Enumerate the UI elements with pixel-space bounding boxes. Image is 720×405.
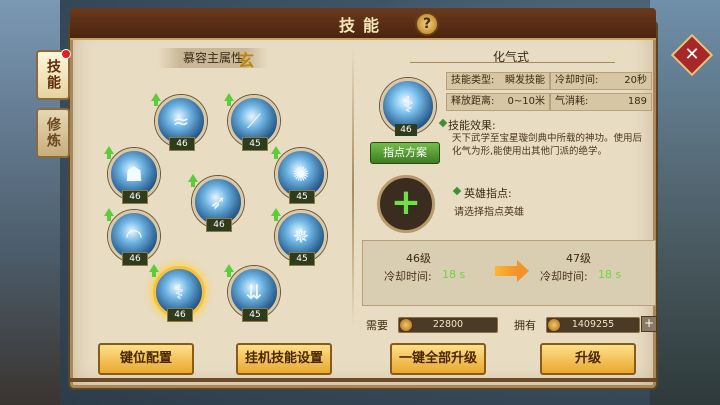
skill-level-badge: 46 <box>206 218 232 232</box>
upgrade-arrow-icon <box>271 146 281 159</box>
hero-slot[interactable]: + <box>377 175 435 233</box>
upgrade-arrow-icon <box>224 264 234 277</box>
info-key: 释放距离: <box>451 96 495 107</box>
next-level: 47级 <box>566 252 591 265</box>
info-value: 0~10米 <box>507 96 545 107</box>
upgrade-arrow-icon <box>149 264 159 277</box>
upgrade-arrow-icon <box>224 93 234 106</box>
next-cooldown-label: 冷却时间: <box>540 270 588 283</box>
coin-icon <box>547 318 561 332</box>
info-key: 气消耗: <box>555 96 589 107</box>
skill-level-badge: 46 <box>167 308 193 322</box>
current-cooldown-label: 冷却时间: <box>384 270 432 283</box>
skill-level-badge: 46 <box>122 252 148 266</box>
info-range: 释放距离: 0~10米 <box>446 93 550 111</box>
upgrade-all-button[interactable]: 一键全部升级 <box>390 343 486 375</box>
close-icon: ✕ <box>684 44 700 65</box>
upgrade-arrow-icon <box>188 174 198 187</box>
skill-level-badge: 46 <box>122 190 148 204</box>
upgrade-arrow-icon <box>271 208 281 221</box>
info-value: 瞬发技能 <box>505 75 545 86</box>
next-cooldown-value: 18 s <box>598 268 622 281</box>
tab-label: 修炼 <box>45 117 61 149</box>
guidance-plan-button[interactable]: 指点方案 <box>370 142 440 164</box>
current-level: 46级 <box>406 252 431 265</box>
help-icon[interactable]: ? <box>415 12 439 36</box>
divider <box>352 48 354 328</box>
effect-description: 天下武学至宝星璇剑典中所载的神功。使用后化气为形,能使用出其他门派的绝学。 <box>452 133 643 157</box>
need-amount: 22800 <box>398 317 498 333</box>
hero-guidance-hint: 请选择指点英雄 <box>454 207 524 218</box>
key-config-button[interactable]: 键位配置 <box>98 343 194 375</box>
info-qi-cost: 气消耗: 189 <box>550 93 652 111</box>
have-label: 拥有 <box>514 319 536 332</box>
info-value: 20秒 <box>624 75 647 86</box>
main-attribute-value: 玄 <box>238 51 255 70</box>
skill-level-badge: 45 <box>289 252 315 266</box>
info-key: 冷却时间: <box>555 75 599 86</box>
skill-level-badge: 45 <box>242 308 268 322</box>
hero-guidance-title: 英雄指点: <box>464 187 512 200</box>
skill-level-badge: 45 <box>289 190 315 204</box>
tab-cultivate[interactable]: 修炼 <box>36 108 70 158</box>
info-value: 189 <box>627 96 647 107</box>
tab-skills[interactable]: 技能 <box>36 49 71 100</box>
bottom-border <box>70 378 656 382</box>
notification-dot <box>61 49 71 59</box>
effect-title: 技能效果: <box>448 119 496 132</box>
plus-icon: + <box>390 182 422 223</box>
skill-level-badge: 45 <box>242 137 268 151</box>
skill-level-badge: 46 <box>169 137 195 151</box>
upgrade-button[interactable]: 升级 <box>540 343 636 375</box>
need-label: 需要 <box>366 319 388 332</box>
title-underline <box>410 62 615 63</box>
upgrade-arrow-icon <box>104 146 114 159</box>
title-bar: 技能 <box>70 8 656 40</box>
auto-skill-settings-button[interactable]: 挂机技能设置 <box>236 343 332 375</box>
window-title: 技能 <box>338 16 387 35</box>
info-key: 技能类型: <box>451 75 495 86</box>
tab-label: 技能 <box>45 59 61 91</box>
info-type: 技能类型: 瞬发技能 <box>446 72 550 90</box>
upgrade-arrow-icon <box>104 208 114 221</box>
arrow-right-icon <box>495 260 529 282</box>
info-cooldown: 冷却时间: 20秒 <box>550 72 652 90</box>
upgrade-arrow-icon <box>151 93 161 106</box>
coin-icon <box>399 318 413 332</box>
add-currency-button[interactable]: + <box>641 316 657 332</box>
selected-skill-level: 46 <box>395 124 417 136</box>
current-cooldown-value: 18 s <box>442 268 466 281</box>
